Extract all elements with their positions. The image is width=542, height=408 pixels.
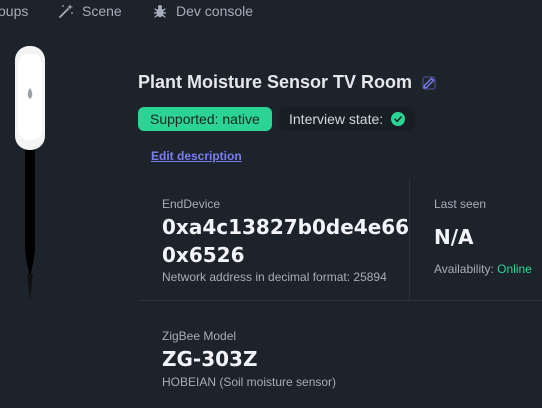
availability-status: Online [497, 262, 532, 276]
edit-description-link[interactable]: Edit description [151, 149, 242, 163]
magic-wand-icon [59, 4, 73, 18]
nav-item-groups-label: oups [0, 3, 29, 19]
nav-item-groups[interactable]: oups [0, 2, 28, 20]
interview-state-label: Interview state: [289, 111, 384, 127]
device-image [15, 46, 45, 300]
bug-icon [153, 5, 167, 18]
ieee-address: 0xa4c13827b0de4e66 [162, 215, 410, 239]
end-device-label: EndDevice [162, 197, 221, 211]
check-circle-icon [391, 112, 406, 126]
availability: Availability: Online [434, 262, 532, 276]
zigbee-model-label: ZigBee Model [162, 329, 237, 343]
network-address: 0x6526 [162, 243, 245, 267]
nav-item-dev-console[interactable]: Dev console [152, 2, 253, 20]
nav-item-dev-console-label: Dev console [176, 3, 254, 19]
supported-badge-text: Supported: native [150, 111, 260, 127]
nav-item-scene[interactable]: Scene [58, 2, 122, 20]
last-seen-value: N/A [434, 225, 474, 249]
last-seen-label: Last seen [434, 197, 487, 211]
zigbee-model-value: ZG-303Z [162, 347, 258, 371]
network-address-decimal: Network address in decimal format: 25894 [162, 270, 387, 284]
interview-state-badge: Interview state: [279, 107, 416, 131]
pencil-icon[interactable] [422, 75, 436, 90]
top-nav: oups Scene Dev console [0, 0, 542, 24]
zigbee-model-description: HOBEIAN (Soil moisture sensor) [162, 375, 337, 389]
supported-badge: Supported: native [138, 107, 272, 131]
availability-label: Availability: [434, 262, 494, 276]
device-title-text: Plant Moisture Sensor TV Room [138, 72, 413, 92]
stat-divider [409, 178, 410, 300]
device-title: Plant Moisture Sensor TV Room [138, 72, 436, 93]
stat-divider-horizontal [138, 300, 542, 301]
nav-item-scene-label: Scene [82, 3, 122, 19]
